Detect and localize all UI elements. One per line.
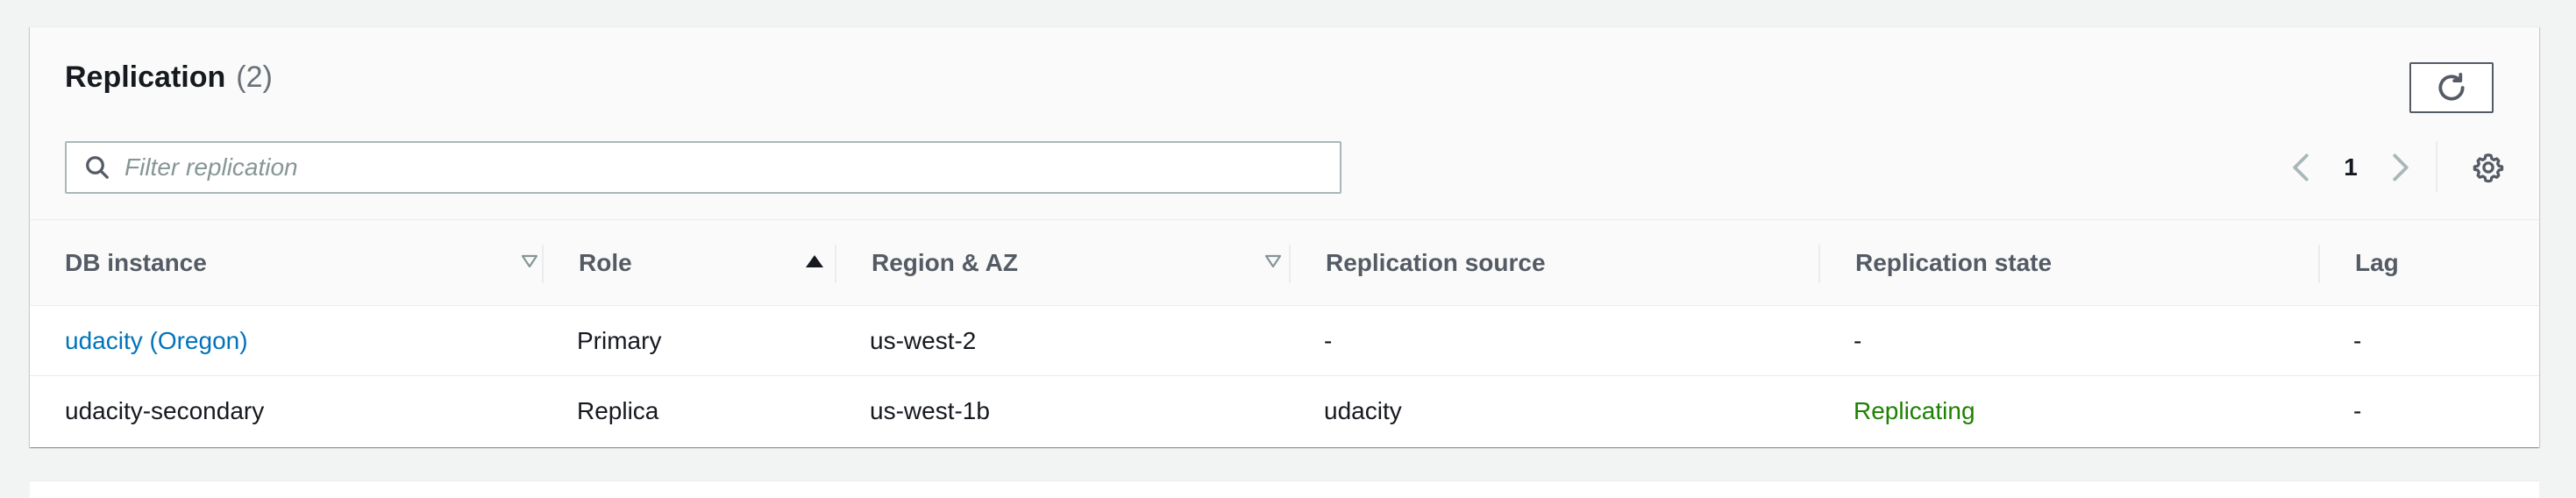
region-cell: us-west-2 bbox=[870, 327, 977, 354]
search-icon bbox=[84, 154, 110, 181]
table-row: udacity-secondary Replica us-west-1b uda… bbox=[30, 376, 2539, 446]
refresh-button[interactable] bbox=[2409, 62, 2494, 113]
replication-state-status: Replicating bbox=[1854, 397, 1975, 424]
column-label: Region & AZ bbox=[872, 249, 1018, 276]
role-cell: Replica bbox=[577, 397, 659, 424]
filter-replication-input[interactable] bbox=[125, 153, 1264, 181]
next-panel-edge bbox=[30, 480, 2539, 498]
column-header-region-az[interactable]: Region & AZ bbox=[872, 220, 1310, 306]
column-divider[interactable] bbox=[542, 245, 544, 283]
column-label: Replication state bbox=[1855, 249, 2053, 276]
refresh-icon bbox=[2438, 73, 2465, 101]
pagination-divider bbox=[2436, 141, 2437, 192]
db-instance-link[interactable]: udacity (Oregon) bbox=[65, 306, 248, 376]
table-row: udacity (Oregon) Primary us-west-2 - - - bbox=[30, 306, 2539, 376]
pagination: 1 bbox=[2283, 139, 2418, 196]
panel-title-text: Replication bbox=[65, 60, 226, 94]
column-divider[interactable] bbox=[1289, 245, 1291, 283]
filter-search-box[interactable] bbox=[65, 141, 1341, 194]
column-header-lag[interactable]: Lag bbox=[2355, 220, 2530, 306]
replication-source-cell: - bbox=[1324, 327, 1333, 354]
panel-title-count: (2) bbox=[236, 60, 273, 94]
column-header-replication-source[interactable]: Replication source bbox=[1326, 220, 1799, 306]
column-label: Lag bbox=[2355, 249, 2399, 276]
lag-cell: - bbox=[2353, 327, 2362, 354]
chevron-right-icon[interactable] bbox=[2383, 139, 2418, 196]
role-cell: Primary bbox=[577, 327, 662, 354]
replication-source-cell: udacity bbox=[1324, 397, 1402, 424]
sort-ascending-icon[interactable] bbox=[805, 253, 824, 269]
current-page-number[interactable]: 1 bbox=[2318, 153, 2383, 181]
panel-title: Replication (2) bbox=[65, 60, 273, 95]
lag-cell: - bbox=[2353, 397, 2362, 424]
gear-icon[interactable] bbox=[2469, 148, 2508, 187]
table-header-row: DB instance Role Region & AZ Replication… bbox=[30, 220, 2539, 306]
column-label: Replication source bbox=[1326, 249, 1546, 276]
panel-header: Replication (2) 1 bbox=[30, 27, 2539, 220]
sort-descending-outline-icon[interactable] bbox=[1264, 253, 1282, 269]
db-instance-cell: udacity-secondary bbox=[65, 397, 265, 424]
region-cell: us-west-1b bbox=[870, 397, 990, 424]
column-divider[interactable] bbox=[1818, 245, 1820, 283]
sort-descending-outline-icon[interactable] bbox=[521, 253, 538, 269]
column-label: Role bbox=[579, 249, 632, 276]
column-header-db-instance[interactable]: DB instance bbox=[65, 220, 538, 306]
column-label: DB instance bbox=[65, 249, 207, 276]
column-divider[interactable] bbox=[835, 245, 836, 283]
column-header-replication-state[interactable]: Replication state bbox=[1855, 220, 2329, 306]
column-header-role[interactable]: Role bbox=[579, 220, 842, 306]
column-divider[interactable] bbox=[2318, 245, 2320, 283]
chevron-left-icon[interactable] bbox=[2283, 139, 2318, 196]
replication-state-cell: - bbox=[1854, 327, 1862, 354]
replication-panel: Replication (2) 1 bbox=[30, 26, 2539, 447]
